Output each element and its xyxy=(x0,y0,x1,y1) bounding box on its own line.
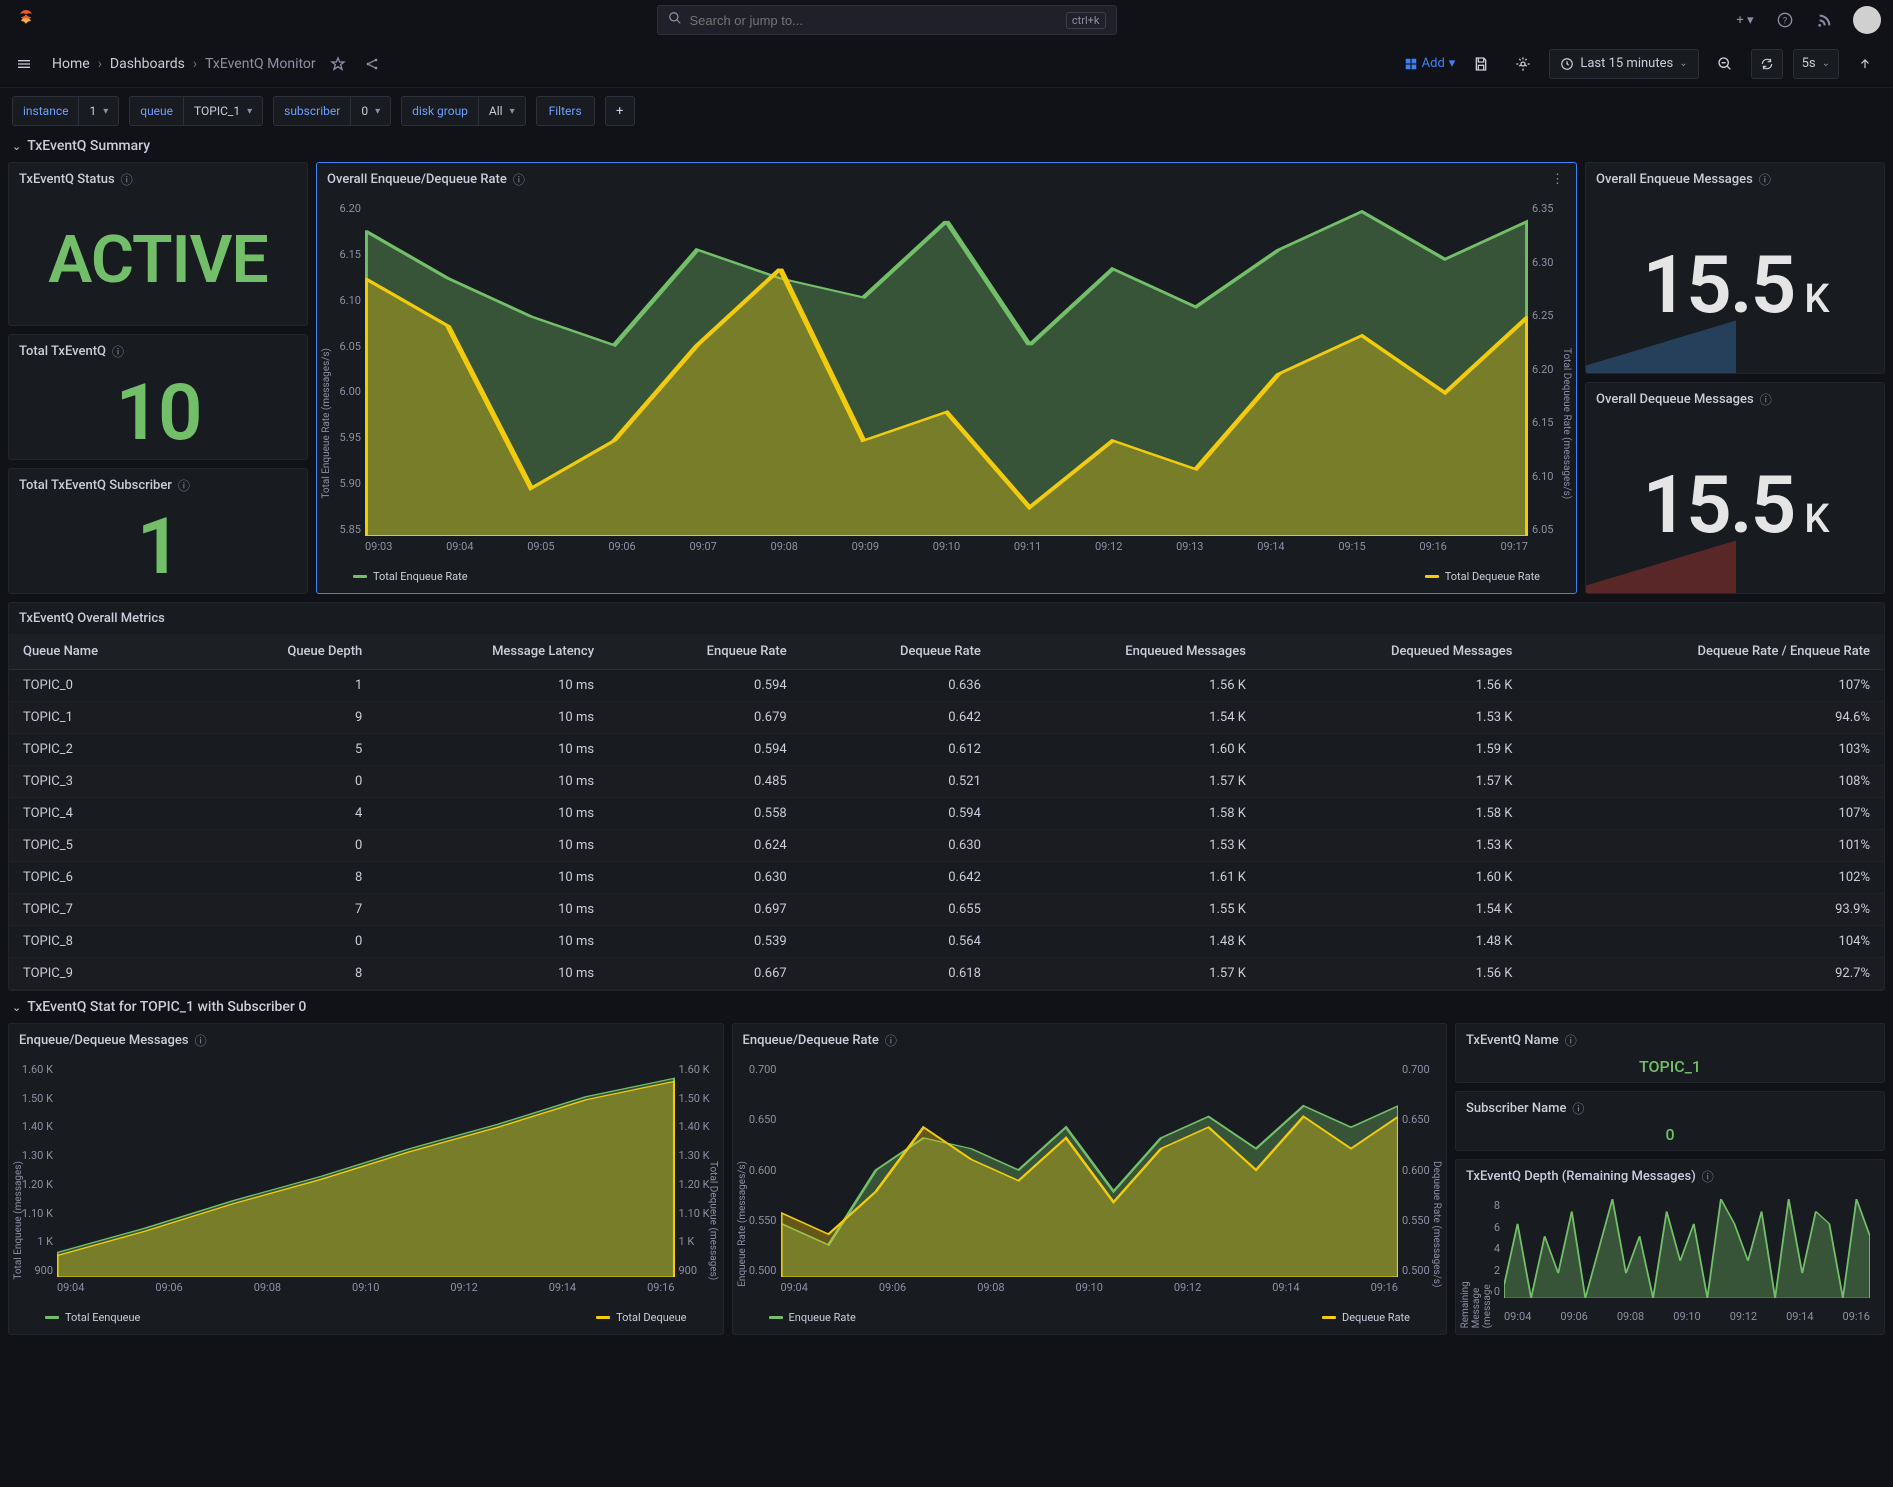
filters-button[interactable]: Filters xyxy=(536,96,595,126)
panel-ed-messages[interactable]: Enqueue/Dequeue Messagesⓘ Total Enqueue … xyxy=(8,1023,724,1335)
panel-depth[interactable]: TxEventQ Depth (Remaining Messages)ⓘ Rem… xyxy=(1455,1159,1885,1335)
settings-icon[interactable] xyxy=(1507,49,1539,79)
ed-rate-chart: Enqueue Rate (messages/s) Dequeue Rate (… xyxy=(733,1057,1447,1334)
refresh-button[interactable] xyxy=(1751,49,1783,79)
overall-rate-chart: Total Enqueue Rate (messages/s) Total De… xyxy=(317,196,1576,593)
var-instance[interactable]: instance 1 xyxy=(12,96,119,126)
chevron-down-icon: ⌄ xyxy=(12,140,21,153)
chevron-down-icon: ⌄ xyxy=(12,1001,21,1014)
global-search[interactable]: ctrl+k xyxy=(657,5,1117,35)
breadcrumb-dashboards[interactable]: Dashboards xyxy=(110,56,185,72)
svg-text:?: ? xyxy=(1783,15,1788,26)
plus-menu-icon[interactable]: + ▾ xyxy=(1733,8,1757,32)
table-row[interactable]: TOPIC_0110 ms0.5940.6361.56 K1.56 K107% xyxy=(9,670,1884,702)
panel-dequeue-messages[interactable]: Overall Dequeue Messagesⓘ 15.5K xyxy=(1585,382,1885,594)
table-row[interactable]: TOPIC_6810 ms0.6300.6421.61 K1.60 K102% xyxy=(9,862,1884,894)
info-icon: ⓘ xyxy=(121,171,133,188)
panel-menu-icon[interactable]: ⋮ xyxy=(1551,172,1566,187)
grafana-logo[interactable] xyxy=(12,6,40,34)
menu-icon[interactable] xyxy=(12,52,36,76)
breadcrumb-home[interactable]: Home xyxy=(52,56,90,72)
add-panel-button[interactable]: Add ▾ xyxy=(1404,56,1456,71)
row-toggle-stat[interactable]: ⌄ TxEventQ Stat for TOPIC_1 with Subscri… xyxy=(0,995,1893,1019)
table-row[interactable]: TOPIC_1910 ms0.6790.6421.54 K1.53 K94.6% xyxy=(9,702,1884,734)
panel-total-subscriber[interactable]: Total TxEventQ Subscriberⓘ 1 xyxy=(8,468,308,594)
metrics-table: Queue NameQueue DepthMessage LatencyEnqu… xyxy=(9,634,1884,990)
total-subscriber-value: 1 xyxy=(137,502,180,593)
star-icon[interactable] xyxy=(326,52,350,76)
info-icon: ⓘ xyxy=(1572,1100,1584,1117)
info-icon: ⓘ xyxy=(885,1032,897,1049)
info-icon: ⓘ xyxy=(195,1032,207,1049)
subscriber-name-value: 0 xyxy=(1665,1125,1674,1144)
add-filter-button[interactable]: + xyxy=(605,96,635,126)
timerange-picker[interactable]: Last 15 minutes ⌄ xyxy=(1549,49,1698,79)
table-row[interactable]: TOPIC_2510 ms0.5940.6121.60 K1.59 K103% xyxy=(9,734,1884,766)
total-txeventq-value: 10 xyxy=(115,368,200,459)
info-icon: ⓘ xyxy=(513,171,525,188)
info-icon: ⓘ xyxy=(1759,171,1771,188)
panel-overall-metrics[interactable]: TxEventQ Overall Metrics Queue NameQueue… xyxy=(8,602,1885,991)
panel-overall-rate[interactable]: Overall Enqueue/Dequeue Rate ⓘ ⋮ Total E… xyxy=(316,162,1577,594)
refresh-interval[interactable]: 5s ⌄ xyxy=(1793,49,1839,79)
info-icon: ⓘ xyxy=(1760,391,1772,408)
breadcrumb-current: TxEventQ Monitor xyxy=(205,56,316,72)
table-row[interactable]: TOPIC_3010 ms0.4850.5211.57 K1.57 K108% xyxy=(9,766,1884,798)
row-toggle-summary[interactable]: ⌄ TxEventQ Summary xyxy=(0,134,1893,158)
topbar: ctrl+k + ▾ ? xyxy=(0,0,1893,40)
search-kbd: ctrl+k xyxy=(1066,12,1106,29)
breadcrumb: Home › Dashboards › TxEventQ Monitor xyxy=(52,56,316,72)
search-icon xyxy=(668,11,682,29)
kiosk-icon[interactable] xyxy=(1849,49,1881,79)
var-queue[interactable]: queue TOPIC_1 xyxy=(129,96,263,126)
var-diskgroup[interactable]: disk group All xyxy=(401,96,526,126)
var-subscriber[interactable]: subscriber 0 xyxy=(273,96,391,126)
navbar: Home › Dashboards › TxEventQ Monitor Add… xyxy=(0,40,1893,88)
panel-total-txeventq[interactable]: Total TxEventQⓘ 10 xyxy=(8,334,308,460)
table-row[interactable]: TOPIC_4410 ms0.5580.5941.58 K1.58 K107% xyxy=(9,798,1884,830)
table-row[interactable]: TOPIC_5010 ms0.6240.6301.53 K1.53 K101% xyxy=(9,830,1884,862)
status-value: ACTIVE xyxy=(48,222,267,299)
info-icon: ⓘ xyxy=(1565,1032,1577,1049)
txeventq-name-value: TOPIC_1 xyxy=(1639,1057,1701,1076)
depth-chart: Remaining Message (message 86420 09:0409… xyxy=(1456,1193,1884,1334)
panel-enqueue-messages[interactable]: Overall Enqueue Messagesⓘ 15.5K xyxy=(1585,162,1885,374)
info-icon: ⓘ xyxy=(178,477,190,494)
share-icon[interactable] xyxy=(360,52,384,76)
help-icon[interactable]: ? xyxy=(1773,8,1797,32)
panel-ed-rate[interactable]: Enqueue/Dequeue Rateⓘ Enqueue Rate (mess… xyxy=(732,1023,1448,1335)
user-avatar[interactable] xyxy=(1853,6,1881,34)
panel-subscriber-name[interactable]: Subscriber Nameⓘ 0 xyxy=(1455,1091,1885,1151)
table-row[interactable]: TOPIC_9810 ms0.6670.6181.57 K1.56 K92.7% xyxy=(9,958,1884,990)
table-row[interactable]: TOPIC_8010 ms0.5390.5641.48 K1.48 K104% xyxy=(9,926,1884,958)
ed-messages-chart: Total Enqueue (messages) Total Dequeue (… xyxy=(9,1057,723,1334)
rss-icon[interactable] xyxy=(1813,8,1837,32)
panel-status[interactable]: TxEventQ Statusⓘ ACTIVE xyxy=(8,162,308,326)
panel-txeventq-name[interactable]: TxEventQ Nameⓘ TOPIC_1 xyxy=(1455,1023,1885,1083)
variables-bar: instance 1 queue TOPIC_1 subscriber 0 di… xyxy=(0,88,1893,134)
info-icon: ⓘ xyxy=(1702,1168,1714,1185)
info-icon: ⓘ xyxy=(112,343,124,360)
zoom-out-icon[interactable] xyxy=(1709,49,1741,79)
save-icon[interactable] xyxy=(1465,49,1497,79)
search-input[interactable] xyxy=(690,13,1066,28)
table-row[interactable]: TOPIC_7710 ms0.6970.6551.55 K1.54 K93.9% xyxy=(9,894,1884,926)
